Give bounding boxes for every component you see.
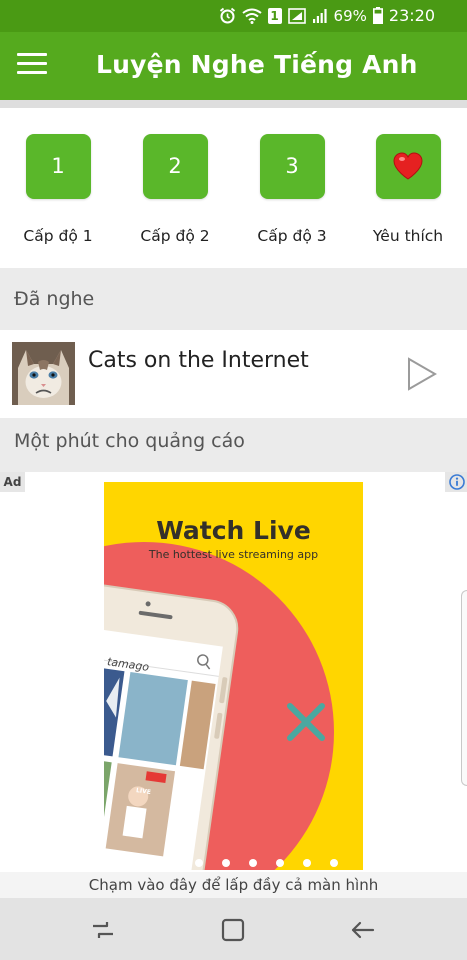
level-grid: 1 Cấp độ 1 2 Cấp độ 2 3 Cấp độ 3 Yêu thí… xyxy=(0,108,467,268)
app-bar-shadow xyxy=(0,100,467,108)
level-1-tile[interactable]: 1 xyxy=(25,134,91,199)
status-icons: 1 69% 23:20 xyxy=(219,6,435,25)
carousel-dot[interactable] xyxy=(303,859,311,867)
hamburger-menu-icon[interactable] xyxy=(17,53,47,77)
carousel-dot[interactable] xyxy=(276,859,284,867)
level-2-label: Cấp độ 2 xyxy=(140,227,210,245)
app-bar: Luyện Nghe Tiếng Anh xyxy=(0,32,467,100)
carousel-dots xyxy=(168,859,338,867)
favorites-button[interactable]: Yêu thích xyxy=(358,134,458,245)
scroll-indicator[interactable] xyxy=(461,590,467,786)
level-3-label: Cấp độ 3 xyxy=(257,227,327,245)
status-time: 23:20 xyxy=(388,6,435,25)
listened-item-title: Cats on the Internet xyxy=(88,348,309,373)
status-bar: 1 69% 23:20 xyxy=(0,0,467,32)
ad-banner[interactable]: Ad Watch Live The hottest live streaming… xyxy=(0,472,467,898)
home-icon[interactable] xyxy=(219,916,247,944)
ad-badge: Ad xyxy=(0,472,25,492)
carousel-dot[interactable] xyxy=(330,859,338,867)
heart-icon xyxy=(393,152,423,180)
level-1-label: Cấp độ 1 xyxy=(23,227,93,245)
back-icon[interactable] xyxy=(349,916,377,944)
ad-section-header: Một phút cho quảng cáo xyxy=(0,430,467,472)
system-nav-bar xyxy=(0,898,467,960)
phone-mockup xyxy=(104,582,239,870)
favorites-tile[interactable] xyxy=(375,134,441,199)
lte-icon xyxy=(287,7,306,24)
sim-icon: 1 xyxy=(267,7,282,24)
favorites-label: Yêu thích xyxy=(372,227,444,245)
screen: 1 69% 23:20 Luyện Nghe Tiếng Anh 1 Cấp đ… xyxy=(0,0,467,960)
app-title: Luyện Nghe Tiếng Anh xyxy=(96,50,418,79)
listened-header: Đã nghe xyxy=(0,288,467,330)
listened-item[interactable]: Cats on the Internet xyxy=(0,330,467,418)
level-2-tile[interactable]: 2 xyxy=(142,134,208,199)
level-3-button[interactable]: 3 Cấp độ 3 xyxy=(242,134,342,245)
level-3-tile[interactable]: 3 xyxy=(259,134,325,199)
ad-creative[interactable]: Watch Live The hottest live streaming ap… xyxy=(104,482,363,870)
ad-fullscreen-caption[interactable]: Chạm vào đây để lấp đầy cả màn hình xyxy=(0,872,467,898)
alarm-icon xyxy=(219,7,236,24)
level-2-button[interactable]: 2 Cấp độ 2 xyxy=(125,134,225,245)
level-1-button[interactable]: 1 Cấp độ 1 xyxy=(8,134,108,245)
battery-icon xyxy=(372,7,383,24)
close-icon[interactable] xyxy=(286,702,326,742)
battery-percent: 69% xyxy=(333,6,367,25)
carousel-dot[interactable] xyxy=(249,859,257,867)
carousel-dot[interactable] xyxy=(195,859,203,867)
signal-icon xyxy=(312,8,328,24)
play-icon[interactable] xyxy=(404,356,438,392)
recent-apps-icon[interactable] xyxy=(89,916,117,944)
cat-thumbnail xyxy=(12,342,75,405)
carousel-dot[interactable] xyxy=(168,859,176,867)
carousel-dot[interactable] xyxy=(222,859,230,867)
wifi-icon xyxy=(241,8,262,24)
info-icon[interactable] xyxy=(445,472,467,492)
